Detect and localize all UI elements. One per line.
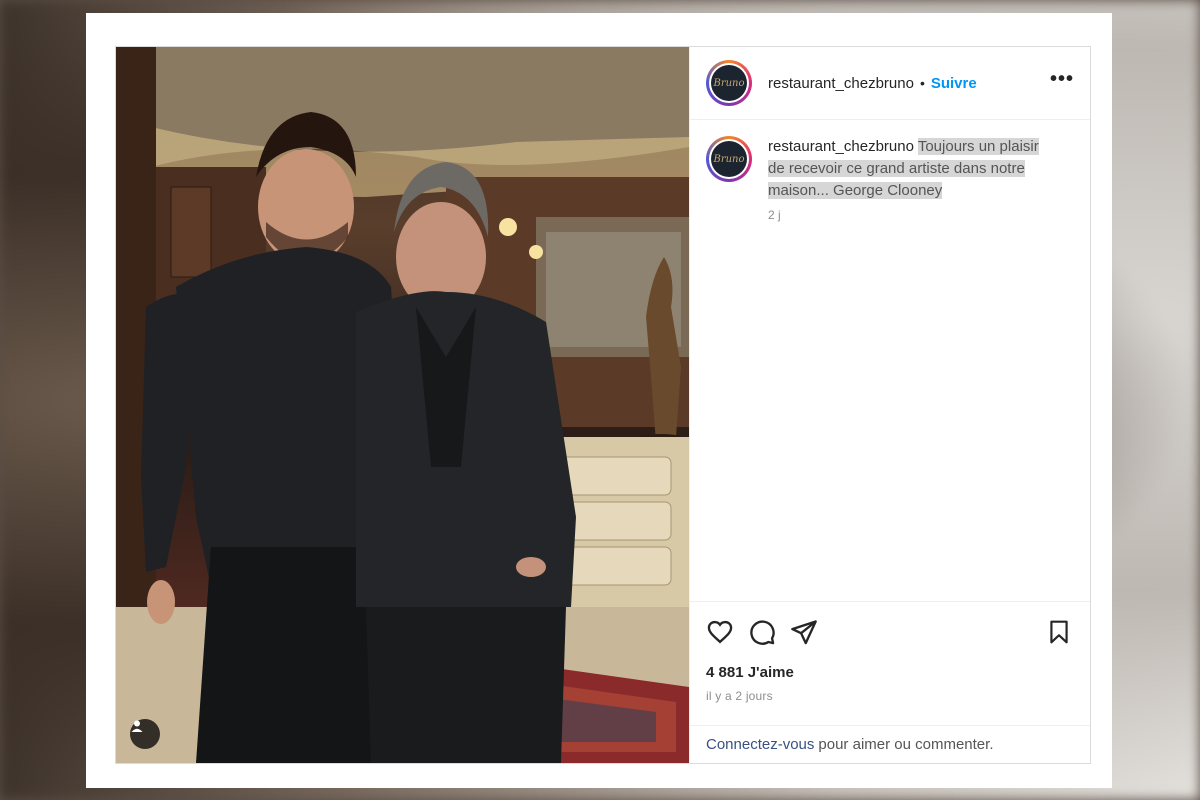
avatar-ring: Bruno bbox=[709, 63, 749, 103]
instagram-post: Bruno restaurant_chezbruno • Suivre ••• … bbox=[115, 46, 1091, 764]
caption-username[interactable]: restaurant_chezbruno bbox=[768, 138, 914, 155]
post-photo[interactable] bbox=[116, 47, 689, 763]
comment-icon[interactable] bbox=[748, 618, 776, 646]
post-actions: 4 881 J'aime il y a 2 jours bbox=[690, 601, 1090, 725]
user-tag-button[interactable] bbox=[130, 719, 160, 749]
user-tag-icon bbox=[131, 720, 143, 732]
caption-body: restaurant_chezbruno Toujours un plaisir… bbox=[768, 136, 1058, 585]
posted-time: il y a 2 jours bbox=[706, 689, 773, 703]
bookmark-icon[interactable] bbox=[1046, 619, 1072, 645]
caption-text: restaurant_chezbruno Toujours un plaisir… bbox=[768, 136, 1058, 202]
follow-button[interactable]: Suivre bbox=[931, 75, 977, 92]
screenshot-frame: Bruno restaurant_chezbruno • Suivre ••• … bbox=[86, 13, 1112, 788]
header-username[interactable]: restaurant_chezbruno bbox=[768, 75, 914, 92]
photo-illustration bbox=[116, 47, 689, 763]
caption-avatar-logo: Bruno bbox=[711, 141, 747, 177]
login-text: pour aimer ou commenter. bbox=[818, 736, 994, 753]
action-row bbox=[706, 614, 1074, 650]
caption-avatar-ring: Bruno bbox=[709, 139, 749, 179]
caption-timestamp: 2 j bbox=[768, 208, 781, 222]
avatar-logo: Bruno bbox=[711, 65, 747, 101]
caption-avatar[interactable]: Bruno bbox=[706, 136, 752, 182]
more-icon[interactable]: ••• bbox=[1050, 68, 1074, 99]
heart-icon[interactable] bbox=[706, 618, 734, 646]
post-header: Bruno restaurant_chezbruno • Suivre ••• bbox=[690, 47, 1090, 120]
likes-count[interactable]: 4 881 J'aime bbox=[706, 664, 1074, 681]
login-prompt: Connectez-vous pour aimer ou commenter. bbox=[690, 725, 1090, 763]
dot-separator: • bbox=[919, 75, 925, 91]
login-link[interactable]: Connectez-vous bbox=[706, 736, 814, 753]
caption-area: Bruno restaurant_chezbruno Toujours un p… bbox=[690, 120, 1090, 601]
post-sidebar: Bruno restaurant_chezbruno • Suivre ••• … bbox=[689, 47, 1090, 763]
share-icon[interactable] bbox=[790, 618, 818, 646]
avatar[interactable]: Bruno bbox=[706, 60, 752, 106]
